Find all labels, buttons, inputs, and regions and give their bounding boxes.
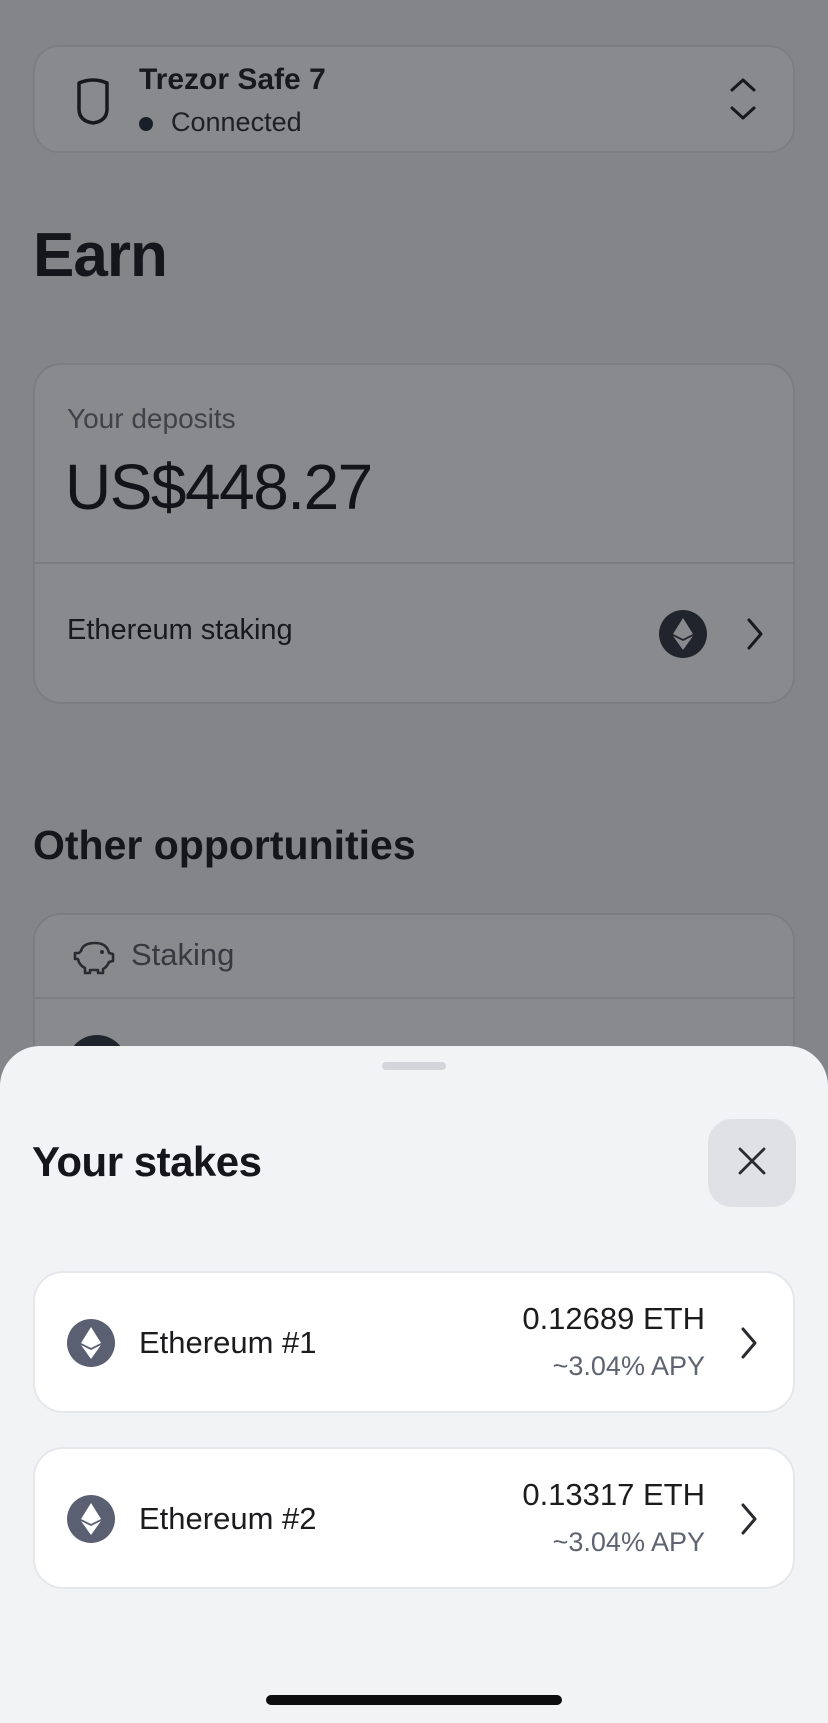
- stake-apy: ~3.04% APY: [552, 1527, 705, 1557]
- your-stakes-sheet: Your stakes Ethereum #1 0.12689 ETH ~3.0…: [0, 1046, 828, 1723]
- chevron-right-icon: [739, 1325, 759, 1366]
- close-icon: [737, 1146, 767, 1181]
- close-button[interactable]: [708, 1119, 796, 1207]
- ethereum-icon: [67, 1495, 115, 1543]
- stake-apy: ~3.04% APY: [552, 1351, 705, 1381]
- stake-name: Ethereum #1: [139, 1325, 317, 1360]
- stake-name: Ethereum #2: [139, 1501, 317, 1536]
- sheet-title: Your stakes: [32, 1138, 262, 1185]
- stake-row[interactable]: Ethereum #1 0.12689 ETH ~3.04% APY: [33, 1271, 795, 1413]
- chevron-right-icon: [739, 1501, 759, 1542]
- home-indicator[interactable]: [266, 1695, 562, 1705]
- stake-row[interactable]: Ethereum #2 0.13317 ETH ~3.04% APY: [33, 1447, 795, 1589]
- stake-amount: 0.12689 ETH: [522, 1301, 705, 1336]
- ethereum-icon: [67, 1319, 115, 1367]
- stake-amount: 0.13317 ETH: [522, 1477, 705, 1512]
- drag-handle[interactable]: [382, 1062, 446, 1070]
